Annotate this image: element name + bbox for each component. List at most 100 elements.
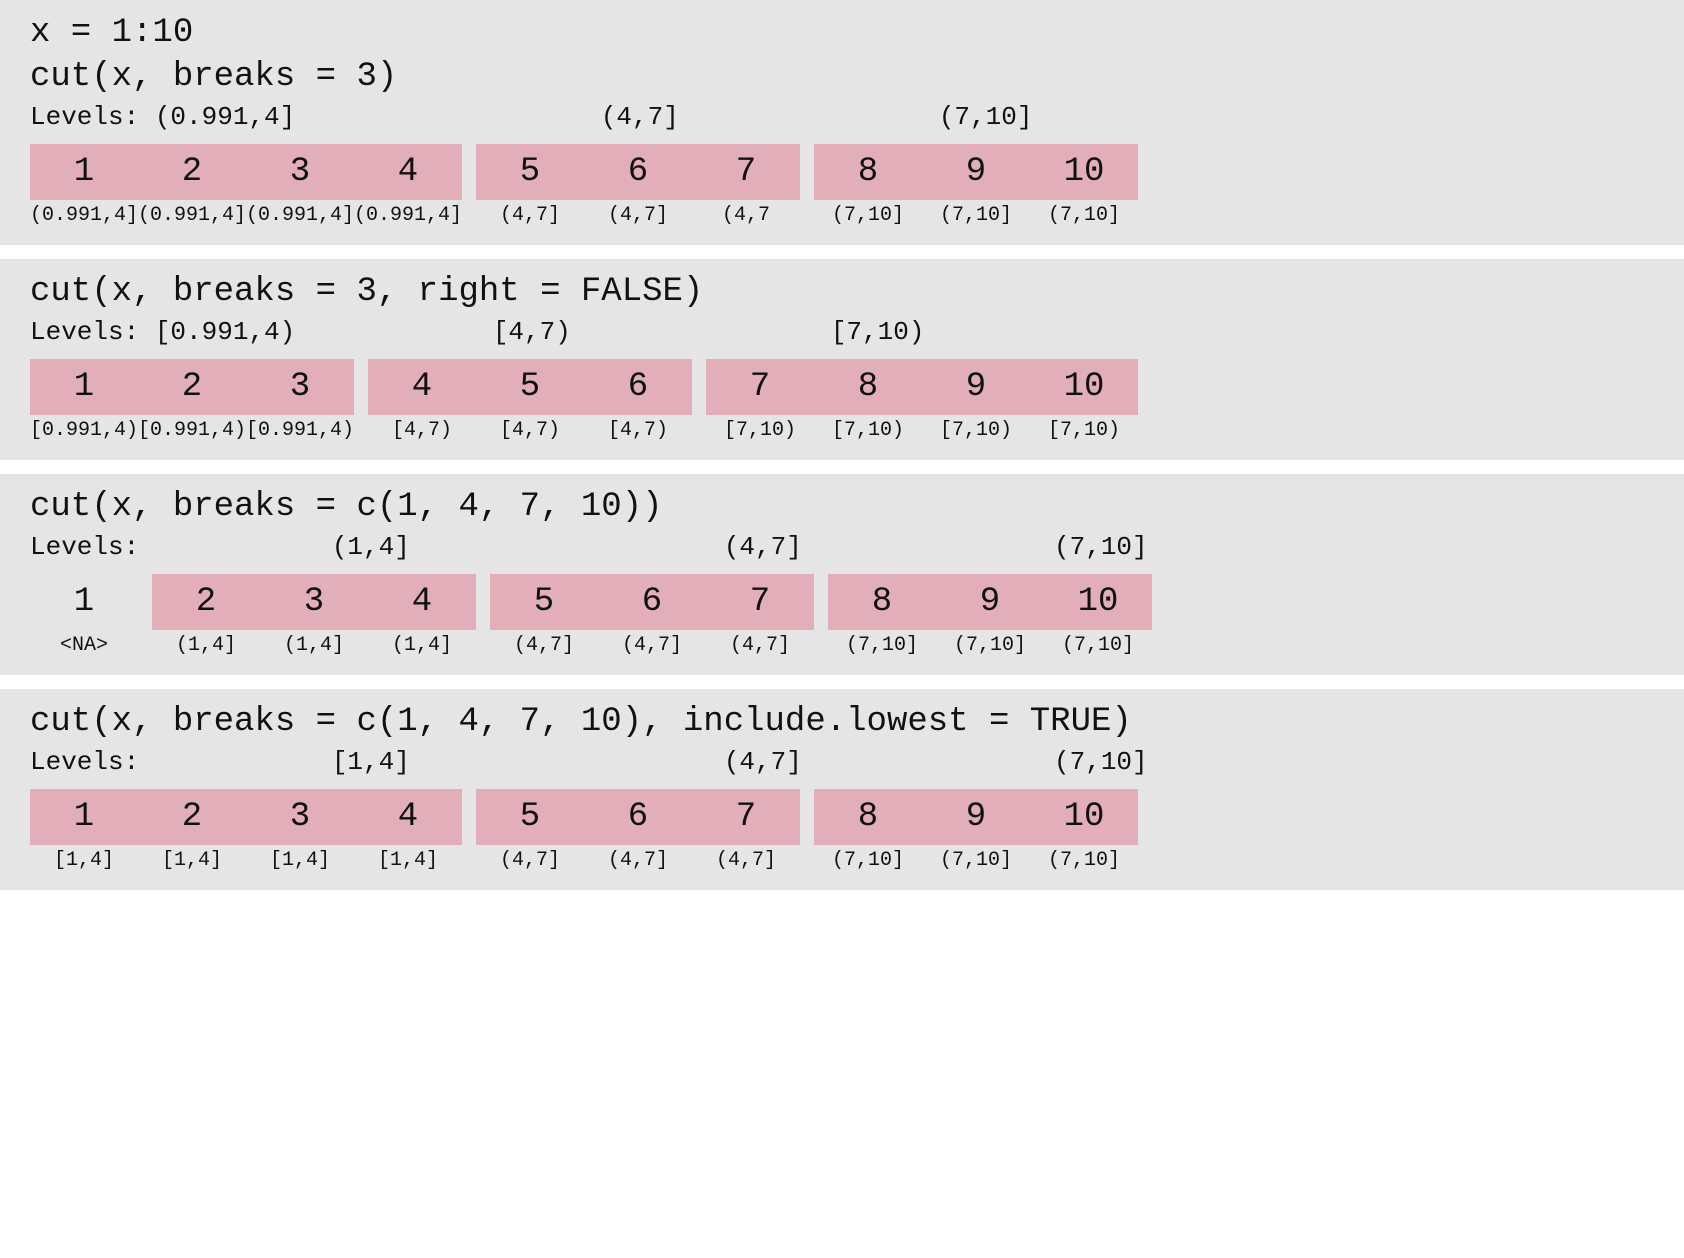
bin-group: (4,7](4,7](4,7]: [490, 634, 814, 657]
value-group: 1234: [30, 144, 462, 200]
value-cell: 1: [30, 574, 138, 630]
level-interval: [0.991,4): [155, 317, 479, 347]
levels-row: Levels: (0.991,4](4,7](7,10]: [30, 102, 1654, 132]
value-cell: 9: [922, 789, 1030, 845]
bin-label: [0.991,4): [246, 419, 354, 442]
bin-label: [7,10): [1030, 419, 1138, 442]
bin-label: [1,4]: [138, 849, 246, 872]
bin-group: (7,10](7,10](7,10]: [814, 204, 1138, 227]
bin-label: (7,10]: [922, 204, 1030, 227]
value-cell: 7: [706, 574, 814, 630]
bin-label: (0.991,4]: [354, 204, 462, 227]
values-row: 12345678910: [30, 359, 1654, 415]
bin-label: (4,7]: [706, 634, 814, 657]
bin-group: (7,10](7,10](7,10]: [828, 634, 1152, 657]
bin-label: [1,4]: [354, 849, 462, 872]
example-panel: cut(x, breaks = c(1, 4, 7, 10)) Levels: (…: [0, 474, 1684, 675]
levels-label: Levels:: [30, 317, 155, 347]
levels-intervals: [0.991,4) [4,7) [7,10): [155, 317, 1654, 347]
level-interval: (4,7]: [601, 747, 925, 777]
value-group: 8910: [828, 574, 1152, 630]
value-cell: 7: [692, 789, 800, 845]
bin-group: (4,7](4,7](4,7]: [476, 849, 800, 872]
value-cell: 10: [1030, 144, 1138, 200]
bin-label: [1,4]: [30, 849, 138, 872]
example-panel: cut(x, breaks = c(1, 4, 7, 10), include.…: [0, 689, 1684, 890]
value-cell: 10: [1030, 359, 1138, 415]
bin-label: (4,7]: [584, 204, 692, 227]
level-interval: (7,10]: [939, 532, 1263, 562]
value-group: 1: [30, 574, 138, 630]
value-group: 567: [490, 574, 814, 630]
values-row: 12345678910: [30, 144, 1654, 200]
value-cell: 9: [936, 574, 1044, 630]
bin-group: [7,10)[7,10)[7,10)[7,10): [706, 419, 1138, 442]
value-cell: 3: [246, 144, 354, 200]
bin-label: <NA>: [30, 634, 138, 657]
bins-row: [1,4][1,4][1,4][1,4](4,7](4,7](4,7](7,10…: [30, 849, 1654, 872]
value-group: 567: [476, 789, 800, 845]
bin-label: (4,7]: [476, 849, 584, 872]
value-cell: 5: [476, 789, 584, 845]
level-interval: [4,7): [493, 317, 817, 347]
value-cell: 3: [260, 574, 368, 630]
code-line: cut(x, breaks = c(1, 4, 7, 10)): [30, 488, 1654, 526]
value-group: 234: [152, 574, 476, 630]
value-cell: 5: [476, 144, 584, 200]
value-cell: 5: [490, 574, 598, 630]
bin-label: (1,4]: [260, 634, 368, 657]
value-group: 567: [476, 144, 800, 200]
value-cell: 4: [368, 359, 476, 415]
value-cell: 3: [246, 359, 354, 415]
value-cell: 7: [692, 144, 800, 200]
value-group: 456: [368, 359, 692, 415]
bin-label: (4,7]: [490, 634, 598, 657]
values-row: 12345678910: [30, 574, 1654, 630]
bins-row: [0.991,4)[0.991,4)[0.991,4)[4,7)[4,7)[4,…: [30, 419, 1654, 442]
levels-intervals: (0.991,4](4,7](7,10]: [155, 102, 1654, 132]
bin-label: (0.991,4]: [138, 204, 246, 227]
levels-label: Levels:: [30, 532, 155, 562]
code-line: cut(x, breaks = 3, right = FALSE): [30, 273, 1654, 311]
bin-label: (4,7]: [598, 634, 706, 657]
bin-label: (7,10]: [828, 634, 936, 657]
bin-label: (7,10]: [922, 849, 1030, 872]
level-interval: (0.991,4]: [155, 102, 587, 132]
value-cell: 5: [476, 359, 584, 415]
bin-label: (7,10]: [814, 849, 922, 872]
value-cell: 6: [584, 359, 692, 415]
value-cell: 7: [706, 359, 814, 415]
value-cell: 2: [138, 789, 246, 845]
levels-label: Levels:: [30, 102, 155, 132]
bin-group: [0.991,4)[0.991,4)[0.991,4): [30, 419, 354, 442]
values-row: 12345678910: [30, 789, 1654, 845]
example-panel: x = 1:10cut(x, breaks = 3)Levels: (0.991…: [0, 0, 1684, 245]
bin-group: [4,7)[4,7)[4,7): [368, 419, 692, 442]
value-cell: 6: [584, 789, 692, 845]
bin-group: (0.991,4](0.991,4](0.991,4](0.991,4]: [30, 204, 462, 227]
value-cell: 6: [584, 144, 692, 200]
levels-row: Levels: [1,4](4,7](7,10]: [30, 747, 1654, 777]
value-cell: 4: [354, 144, 462, 200]
bin-group: <NA>: [30, 634, 138, 657]
value-cell: 1: [30, 144, 138, 200]
value-cell: 4: [368, 574, 476, 630]
value-group: 123: [30, 359, 354, 415]
bin-label: (4,7: [692, 204, 800, 227]
bin-group: (7,10](7,10](7,10]: [814, 849, 1138, 872]
bin-label: [0.991,4): [30, 419, 138, 442]
level-interval: [1,4]: [155, 747, 587, 777]
value-cell: 2: [138, 144, 246, 200]
bin-label: [4,7): [368, 419, 476, 442]
bin-label: (4,7]: [692, 849, 800, 872]
bin-label: (4,7]: [476, 204, 584, 227]
bin-label: [7,10): [922, 419, 1030, 442]
level-interval: [7,10): [831, 317, 1263, 347]
levels-row: Levels: [0.991,4) [4,7) [7,10): [30, 317, 1654, 347]
bin-label: [7,10): [814, 419, 922, 442]
value-group: 8910: [814, 144, 1138, 200]
bin-label: (7,10]: [1030, 204, 1138, 227]
bin-label: (0.991,4]: [246, 204, 354, 227]
value-cell: 8: [814, 789, 922, 845]
bin-label: [4,7): [584, 419, 692, 442]
